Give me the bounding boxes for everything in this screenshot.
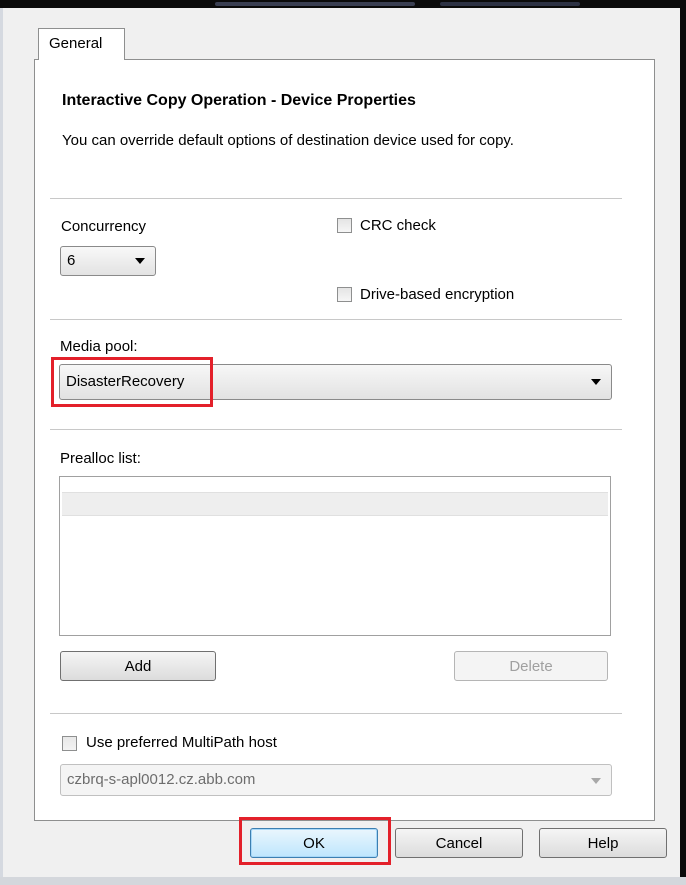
general-panel: [34, 59, 655, 821]
drive-encryption-checkbox[interactable]: [337, 287, 352, 302]
cancel-button[interactable]: Cancel: [395, 828, 523, 858]
drive-encryption-label: Drive-based encryption: [360, 286, 515, 303]
concurrency-label: Concurrency: [61, 218, 147, 235]
chevron-down-icon: [591, 778, 601, 784]
media-pool-highlight: [51, 357, 213, 407]
page-title: Interactive Copy Operation - Device Prop…: [62, 92, 416, 109]
list-item[interactable]: [62, 492, 608, 516]
concurrency-value: 6: [67, 252, 76, 269]
multipath-label: Use preferred MultiPath host: [86, 734, 277, 751]
concurrency-select[interactable]: 6: [60, 246, 156, 276]
window-right-edge: [680, 0, 686, 885]
multipath-host-value: czbrq-s-apl0012.cz.abb.com: [67, 771, 256, 788]
media-pool-label: Media pool:: [60, 338, 138, 355]
prealloc-list-label: Prealloc list:: [60, 450, 141, 467]
tab-general[interactable]: General: [38, 28, 125, 60]
multipath-checkbox[interactable]: [62, 736, 77, 751]
crc-check-checkbox[interactable]: [337, 218, 352, 233]
crc-check-label: CRC check: [360, 217, 436, 234]
chevron-down-icon: [591, 379, 601, 385]
multipath-host-select[interactable]: czbrq-s-apl0012.cz.abb.com: [60, 764, 612, 796]
ok-button-highlight: [239, 817, 391, 865]
delete-button[interactable]: Delete: [454, 651, 608, 681]
page-description: You can override default options of dest…: [62, 132, 514, 149]
chevron-down-icon: [135, 258, 145, 264]
divider: [50, 198, 622, 200]
window-title-bar: [0, 0, 686, 8]
divider: [50, 429, 622, 431]
window-bottom-edge: [0, 877, 686, 885]
add-button[interactable]: Add: [60, 651, 216, 681]
divider: [50, 713, 622, 715]
divider: [50, 319, 622, 321]
help-button[interactable]: Help: [539, 828, 667, 858]
prealloc-listbox[interactable]: [59, 476, 611, 636]
